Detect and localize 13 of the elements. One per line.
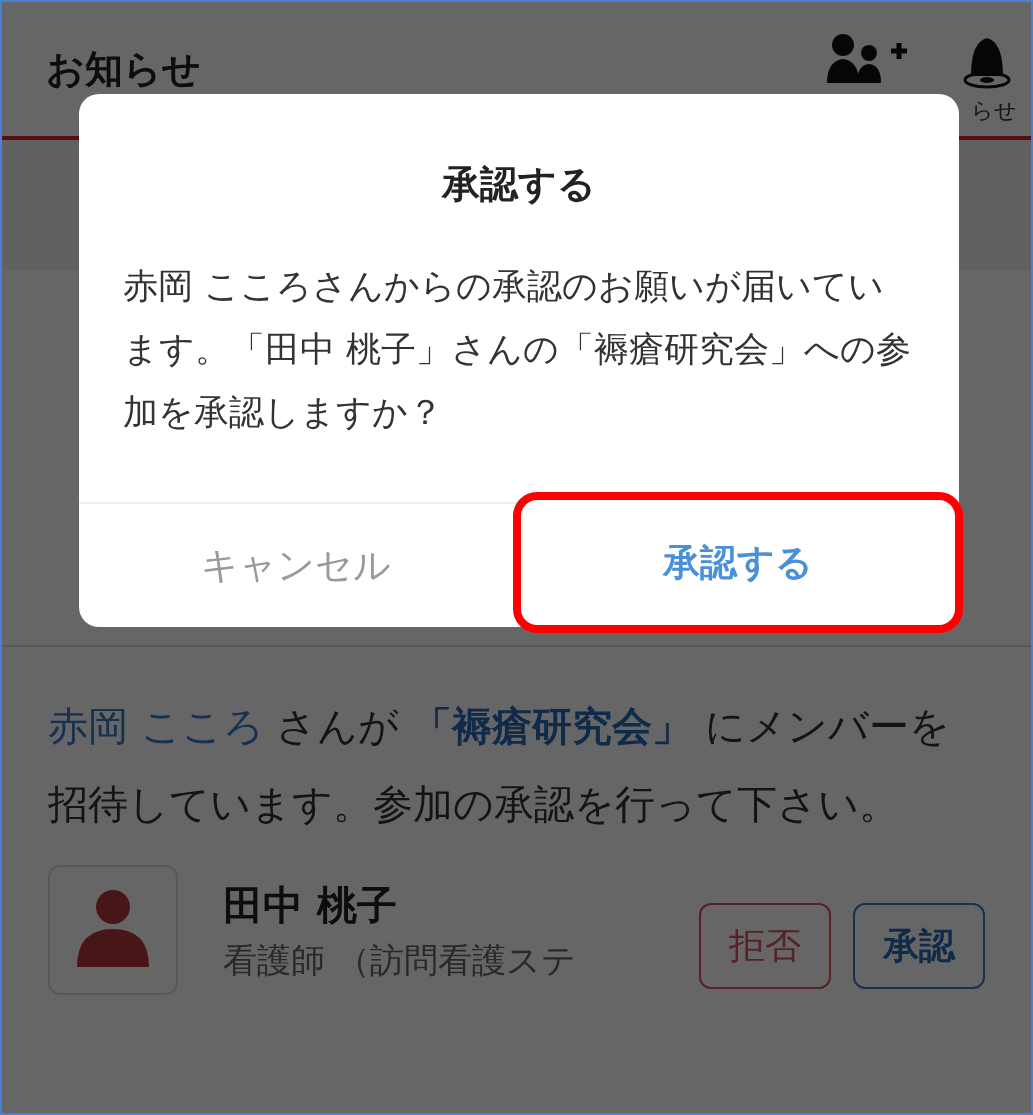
page-title: お知らせ	[46, 45, 201, 93]
icon-label: らせ	[971, 96, 1017, 125]
notification-message: 赤岡 こころ さんが 「褥瘡研究会」 にメンバーを招待しています。参加の承認を行って下さい。	[48, 702, 951, 829]
confirm-button[interactable]: 承認する	[513, 492, 963, 633]
dialog-title: 承認する	[442, 161, 596, 208]
member-name: 田中 桃子	[223, 880, 398, 930]
cancel-button[interactable]: キャンセル	[79, 504, 513, 627]
user-link[interactable]: 赤岡 こころ	[48, 703, 264, 749]
group-link[interactable]: 「褥瘡研究会」	[412, 703, 693, 749]
approve-button[interactable]: 承認	[853, 903, 985, 989]
member-role: 看護師 （訪問看護ステ	[223, 938, 577, 982]
reject-button[interactable]: 拒否	[699, 903, 831, 989]
dialog-message: 赤岡 こころさんからの承認のお願いが届いています。「田中 桃子」さんの「褥瘡研究会」への参加を承認しますか？	[122, 265, 913, 434]
